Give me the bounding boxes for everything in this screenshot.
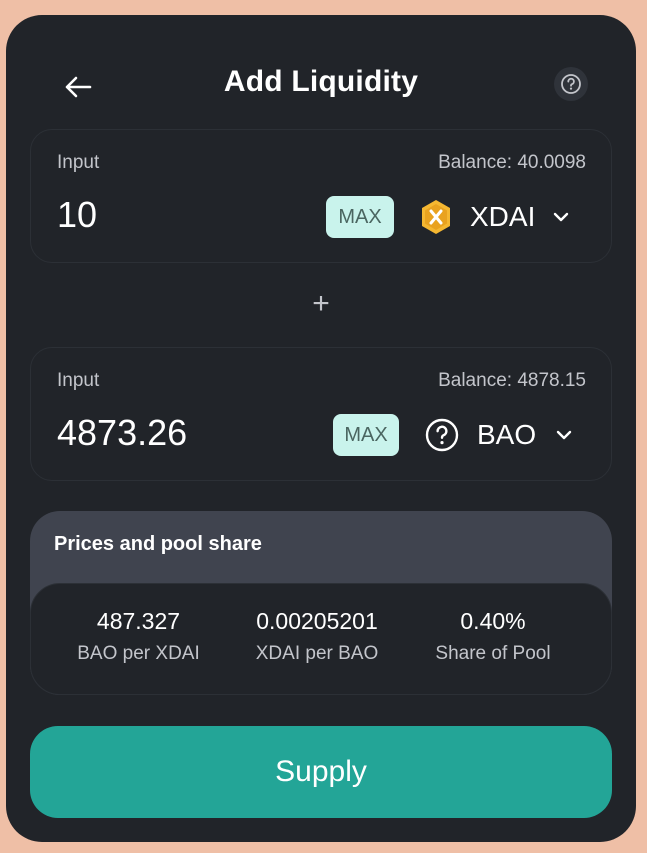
input-panel-xdai: Input Balance: 40.0098 10 MAX XDAI — [30, 129, 612, 263]
token-name: XDAI — [470, 201, 536, 232]
question-circle-icon — [561, 74, 581, 94]
prices-pool-share: Prices and pool share 487.327 BAO per XD… — [30, 511, 612, 695]
token-select-xdai[interactable]: XDAI — [420, 194, 569, 240]
stat-share-of-pool: 0.40% Share of Pool — [411, 608, 575, 665]
balance-text: Balance: 40.0098 — [438, 152, 586, 173]
xdai-logo-icon — [422, 200, 450, 234]
add-liquidity-card: Add Liquidity Input Balance: 40.0098 10 … — [6, 15, 636, 842]
max-button[interactable]: MAX — [333, 414, 399, 456]
token-name: BAO — [477, 419, 537, 450]
stat-value: 487.327 — [96, 608, 181, 634]
stat-value: 0.00205201 — [256, 608, 378, 634]
supply-button[interactable]: Supply — [30, 726, 612, 818]
token-select-bao[interactable]: BAO — [425, 412, 572, 458]
prices-title: Prices and pool share — [54, 533, 262, 555]
amount-input[interactable]: 10 — [57, 194, 97, 236]
chevron-down-icon — [556, 430, 572, 440]
help-button[interactable] — [554, 67, 588, 101]
question-circle-icon — [425, 418, 459, 452]
input-label: Input — [57, 152, 100, 173]
balance-text: Balance: 4878.15 — [438, 370, 586, 391]
plus-icon: + — [312, 287, 330, 320]
page-title: Add Liquidity — [223, 65, 419, 98]
input-panel-bao: Input Balance: 4878.15 4873.26 MAX BAO — [30, 347, 612, 481]
input-label: Input — [57, 370, 100, 391]
stat-xdai-per-bao: 0.00205201 XDAI per BAO — [229, 608, 405, 665]
chevron-down-icon — [554, 212, 569, 222]
stat-value: 0.40% — [460, 608, 526, 634]
prices-stats: 487.327 BAO per XDAI 0.00205201 XDAI per… — [30, 583, 612, 695]
max-button[interactable]: MAX — [326, 196, 394, 238]
stat-label: BAO per XDAI — [77, 643, 200, 664]
stat-label: Share of Pool — [435, 643, 551, 664]
stat-label: XDAI per BAO — [255, 643, 379, 664]
stat-bao-per-xdai: 487.327 BAO per XDAI — [51, 608, 226, 665]
amount-input[interactable]: 4873.26 — [57, 412, 187, 454]
